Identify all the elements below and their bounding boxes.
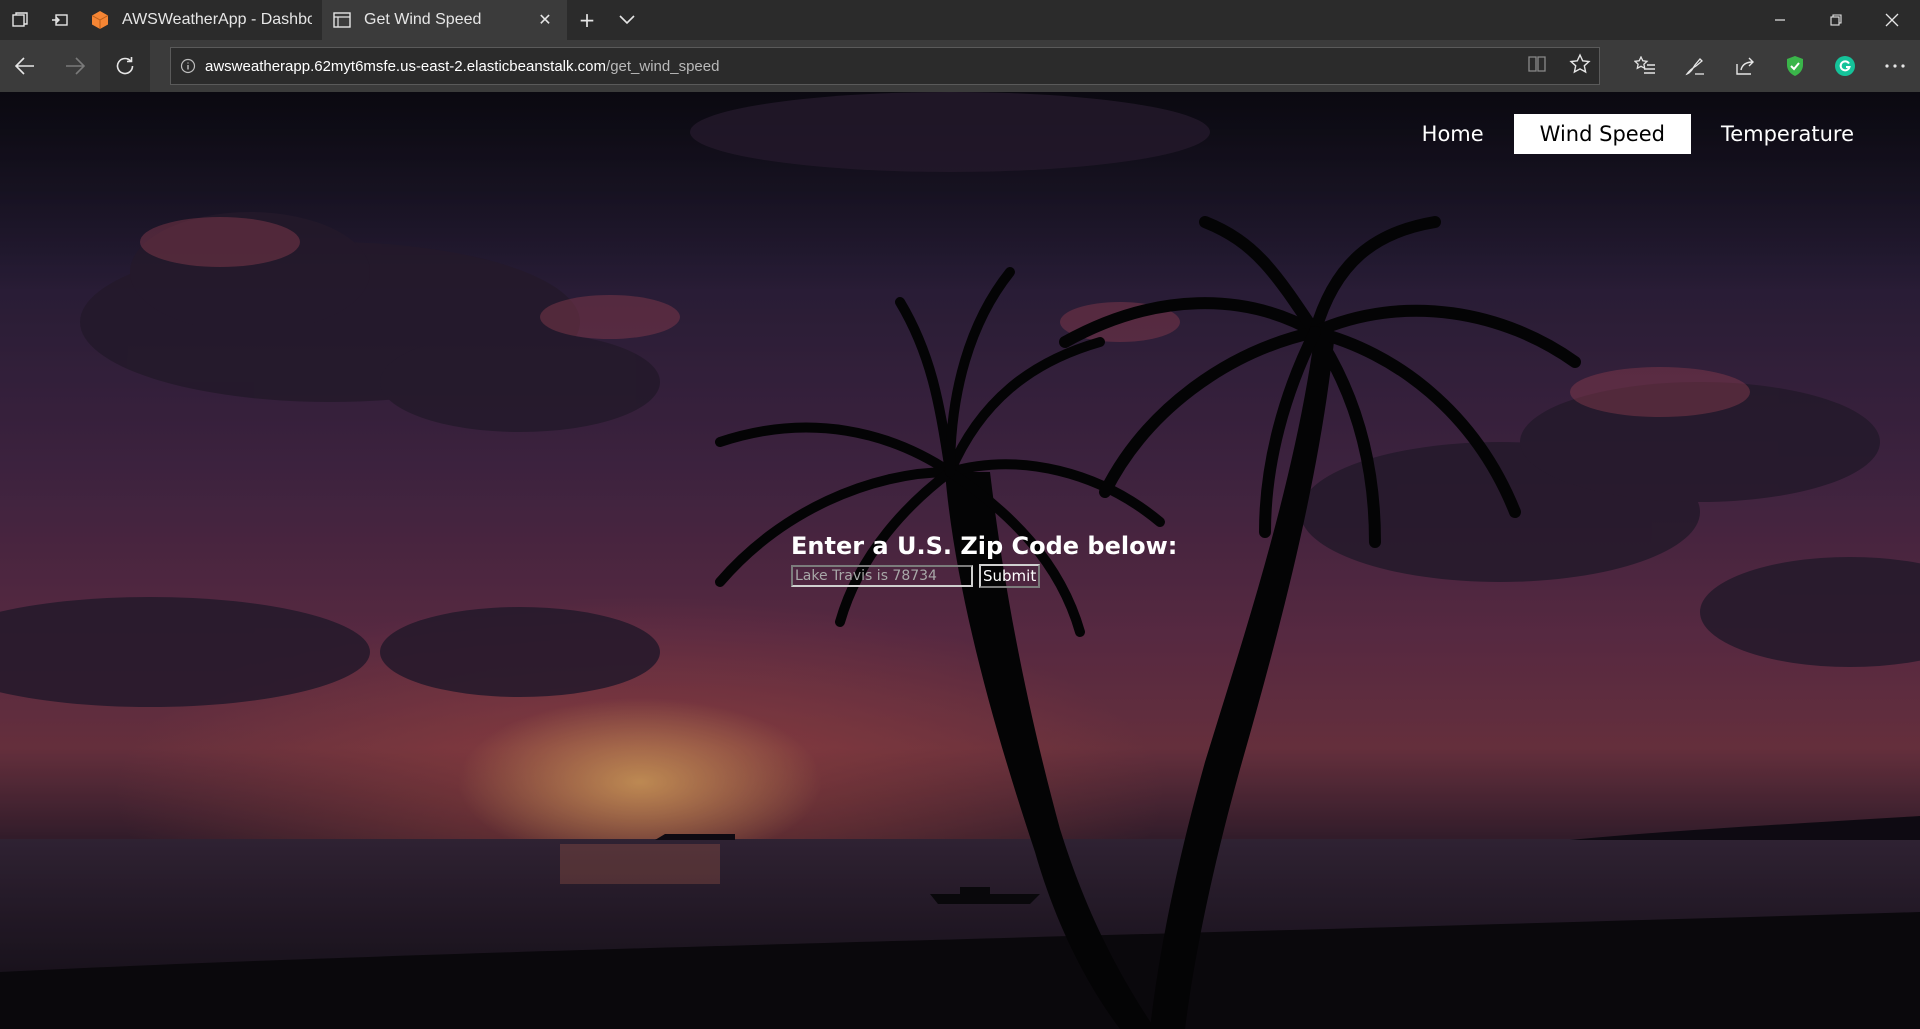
nav-temperature-link[interactable]: Temperature (1695, 114, 1880, 154)
tab-title: AWSWeatherApp - Dashboa (122, 11, 312, 28)
favorites-hub-icon[interactable] (1620, 40, 1670, 92)
back-icon[interactable] (0, 40, 50, 92)
tab-get-wind-speed[interactable]: Get Wind Speed ✕ (322, 0, 567, 40)
forward-icon[interactable] (50, 40, 100, 92)
share-icon[interactable] (1720, 40, 1770, 92)
tab-awsweatherapp-dashboard[interactable]: AWSWeatherApp - Dashboa (80, 0, 322, 40)
favorite-star-icon[interactable] (1569, 53, 1591, 79)
url-host: awsweatherapp.62myt6msfe.us-east-2.elast… (205, 57, 607, 75)
more-icon[interactable] (1870, 40, 1920, 92)
url-text[interactable]: awsweatherapp.62myt6msfe.us-east-2.elast… (205, 58, 719, 75)
aws-cube-icon (90, 10, 110, 30)
tab-title: Get Wind Speed (364, 11, 482, 28)
site-info-icon[interactable] (171, 58, 205, 74)
page-viewport: Home Wind Speed Temperature Enter a U.S.… (0, 92, 1920, 1029)
tab-preview-icon[interactable] (0, 0, 40, 40)
url-path: /get_wind_speed (606, 57, 720, 75)
submit-button[interactable]: Submit (979, 564, 1041, 588)
browser-toolbar: awsweatherapp.62myt6msfe.us-east-2.elast… (0, 40, 1920, 92)
zip-code-form: Enter a U.S. Zip Code below: Submit (791, 532, 1177, 588)
form-heading: Enter a U.S. Zip Code below: (791, 532, 1178, 560)
site-navigation: Home Wind Speed Temperature (1396, 114, 1880, 154)
form-row: Submit (791, 564, 1177, 588)
restore-icon[interactable] (1808, 0, 1864, 40)
zip-code-input[interactable] (791, 565, 973, 587)
close-window-icon[interactable] (1864, 0, 1920, 40)
browser-tab-bar: AWSWeatherApp - Dashboa Get Wind Speed ✕… (0, 0, 1920, 40)
set-tabs-aside-icon[interactable] (40, 0, 80, 40)
window-controls (1752, 0, 1920, 40)
nav-home-link[interactable]: Home (1396, 114, 1510, 154)
address-bar[interactable]: awsweatherapp.62myt6msfe.us-east-2.elast… (170, 47, 1600, 85)
close-tab-icon[interactable]: ✕ (533, 8, 557, 32)
pen-notes-icon[interactable] (1670, 40, 1720, 92)
toolbar-icons (1620, 40, 1920, 92)
grammarly-icon[interactable] (1820, 40, 1870, 92)
refresh-icon[interactable] (100, 40, 150, 92)
shield-extension-icon[interactable] (1770, 40, 1820, 92)
minimize-icon[interactable] (1752, 0, 1808, 40)
reading-view-icon[interactable] (1527, 55, 1547, 77)
nav-wind-speed-link[interactable]: Wind Speed (1513, 114, 1691, 154)
page-icon (332, 10, 352, 30)
chevron-down-icon[interactable] (607, 0, 647, 40)
new-tab-icon[interactable]: + (567, 0, 607, 40)
